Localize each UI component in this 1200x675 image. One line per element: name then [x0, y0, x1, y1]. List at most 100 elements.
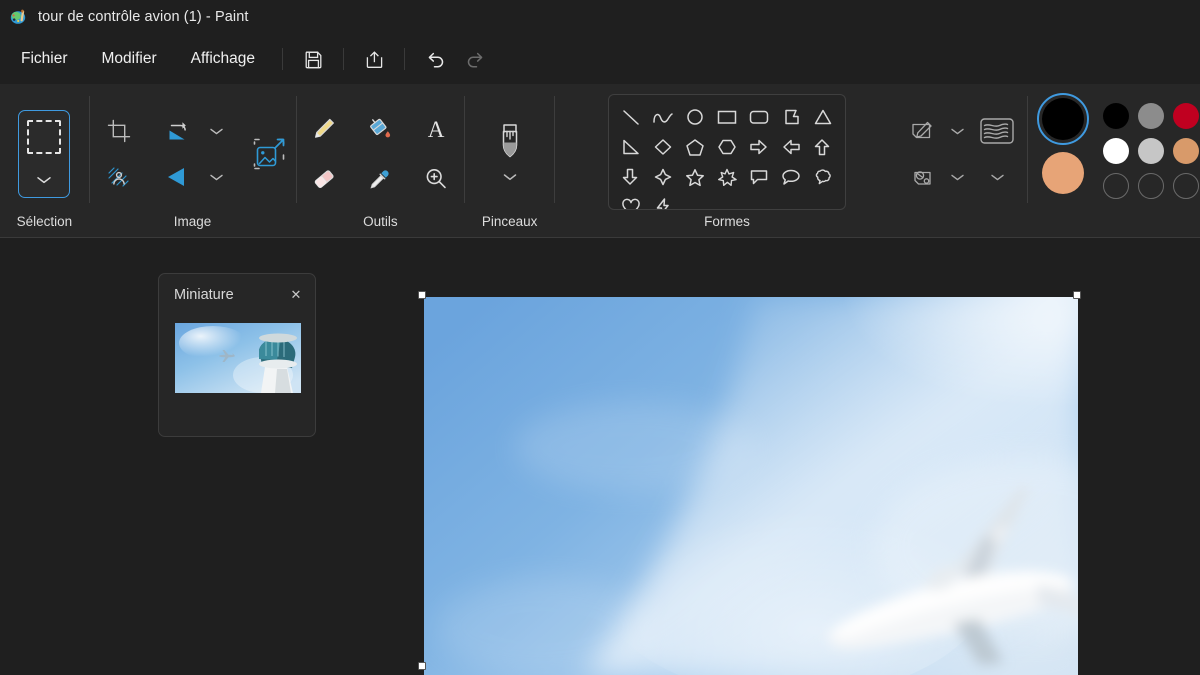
shape-arrow-down[interactable]	[616, 163, 646, 191]
pen-size-button[interactable]	[901, 110, 945, 152]
ribbon-group-image: Image	[90, 84, 296, 237]
shape-heart[interactable]	[616, 193, 646, 210]
shape-ellipse[interactable]	[680, 103, 710, 131]
shape-diamond[interactable]	[648, 133, 678, 161]
svg-text:A: A	[428, 117, 445, 142]
rotate-dropdown[interactable]	[206, 110, 228, 152]
save-button[interactable]	[293, 42, 333, 76]
shape-arrow-right[interactable]	[744, 133, 774, 161]
secondary-color[interactable]	[1042, 152, 1084, 194]
close-icon[interactable]: ✕	[285, 284, 307, 306]
brush-tool[interactable]	[488, 121, 532, 163]
shape-line[interactable]	[616, 103, 646, 131]
chevron-down-icon[interactable]	[36, 172, 52, 190]
window-title: tour de contrôle avion (1) - Paint	[38, 9, 249, 25]
ribbon-group-shapes: Formes	[555, 84, 899, 237]
swatch-empty-2[interactable]	[1138, 173, 1164, 199]
paint-window: tour de contrôle avion (1) - Paint Fichi…	[0, 0, 1200, 675]
shape-triangle[interactable]	[808, 103, 838, 131]
flip-button[interactable]	[155, 156, 199, 198]
swatch-red[interactable]	[1173, 103, 1199, 129]
ribbon-group-colors	[1028, 84, 1200, 237]
title-bar: tour de contrôle avion (1) - Paint	[0, 0, 1200, 34]
eyedropper-tool[interactable]	[357, 157, 403, 201]
group-label-editing	[961, 214, 965, 231]
ribbon-toolbar: Sélection	[0, 84, 1200, 238]
menu-divider-3	[404, 48, 405, 70]
ribbon-group-selection: Sélection	[0, 84, 89, 237]
group-label-shapes: Formes	[704, 214, 750, 231]
canvas-handle-top-right[interactable]	[1073, 291, 1081, 299]
thumbnail-preview-image	[175, 323, 301, 393]
shape-arrow-left[interactable]	[776, 133, 806, 161]
crop-button[interactable]	[97, 110, 141, 152]
menu-divider-1	[282, 48, 283, 70]
menu-affichage[interactable]: Affichage	[174, 43, 272, 75]
text-tool[interactable]: A	[413, 107, 459, 151]
shape-hexagon[interactable]	[712, 133, 742, 161]
thumbnail-title: Miniature	[174, 287, 234, 303]
thumbnail-panel: Miniature ✕	[158, 273, 316, 437]
fill-color-button[interactable]	[901, 156, 945, 198]
shape-lightning[interactable]	[648, 193, 678, 210]
eraser-tool[interactable]	[301, 157, 347, 201]
rotate-button[interactable]	[155, 110, 199, 152]
dashed-rectangle-icon	[27, 120, 61, 154]
undo-button[interactable]	[415, 42, 455, 76]
group-label-brushes: Pinceaux	[482, 214, 538, 231]
pencil-tool[interactable]	[301, 107, 347, 151]
workspace: Miniature ✕	[0, 239, 1200, 675]
menu-bar: Fichier Modifier Affichage	[0, 34, 1200, 84]
layers-dropdown[interactable]	[986, 156, 1008, 198]
group-label-tools: Outils	[363, 214, 398, 231]
swatch-light-gray[interactable]	[1138, 138, 1164, 164]
background-remove-button[interactable]	[97, 156, 141, 198]
fill-color-dropdown[interactable]	[946, 156, 968, 198]
swatch-tan[interactable]	[1173, 138, 1199, 164]
shape-callout-oval[interactable]	[776, 163, 806, 191]
primary-color[interactable]	[1042, 98, 1084, 140]
fill-tool[interactable]	[357, 107, 403, 151]
shape-four-point-star[interactable]	[648, 163, 678, 191]
shape-right-triangle[interactable]	[616, 133, 646, 161]
swatch-black[interactable]	[1103, 103, 1129, 129]
pen-size-dropdown[interactable]	[946, 110, 968, 152]
swatch-white[interactable]	[1103, 138, 1129, 164]
layers-button[interactable]	[971, 108, 1023, 154]
canvas-handle-bottom-left[interactable]	[418, 662, 426, 670]
shape-five-point-star[interactable]	[680, 163, 710, 191]
swatch-gray[interactable]	[1138, 103, 1164, 129]
shape-callout-rect[interactable]	[744, 163, 774, 191]
shape-rounded-rectangle[interactable]	[744, 103, 774, 131]
shapes-scroll-area[interactable]	[608, 94, 846, 210]
menu-modifier[interactable]: Modifier	[85, 43, 174, 75]
ribbon-group-editing	[899, 84, 1027, 237]
paint-palette-icon	[10, 8, 28, 26]
menu-fichier[interactable]: Fichier	[4, 43, 85, 75]
menu-divider-2	[343, 48, 344, 70]
resize-button[interactable]	[242, 127, 296, 181]
color-palette	[1098, 98, 1200, 203]
group-label-selection: Sélection	[17, 214, 73, 231]
canvas-handle-top-left[interactable]	[418, 291, 426, 299]
shape-six-point-star[interactable]	[712, 163, 742, 191]
share-button[interactable]	[354, 42, 394, 76]
ribbon-group-brushes: Pinceaux	[465, 84, 554, 237]
ribbon-group-tools: A	[296, 84, 464, 237]
image-canvas[interactable]	[424, 297, 1078, 675]
shape-arrow-up[interactable]	[808, 133, 838, 161]
shape-rectangle[interactable]	[712, 103, 742, 131]
chevron-down-icon[interactable]	[502, 169, 518, 187]
swatch-empty-3[interactable]	[1173, 173, 1199, 199]
swatch-empty-1[interactable]	[1103, 173, 1129, 199]
zoom-tool[interactable]	[413, 157, 459, 201]
shape-pentagon[interactable]	[680, 133, 710, 161]
shape-callout-cloud[interactable]	[808, 163, 838, 191]
thumbnail-header: Miniature ✕	[159, 274, 315, 306]
redo-button	[455, 42, 495, 76]
rectangular-selection-tool[interactable]	[18, 110, 70, 198]
shape-polygon[interactable]	[776, 103, 806, 131]
group-label-image: Image	[174, 214, 212, 231]
flip-dropdown[interactable]	[206, 156, 228, 198]
shape-curve[interactable]	[648, 103, 678, 131]
